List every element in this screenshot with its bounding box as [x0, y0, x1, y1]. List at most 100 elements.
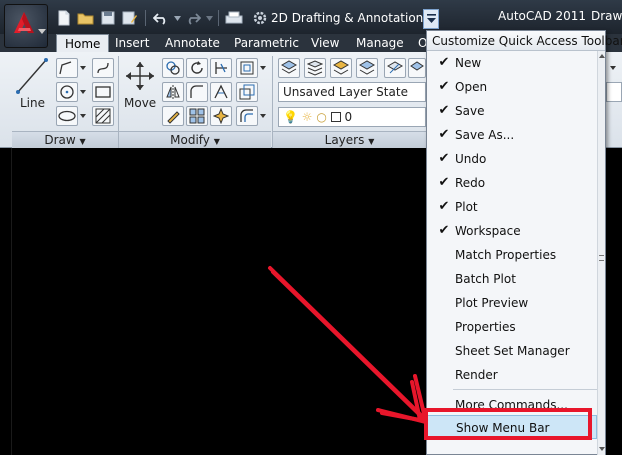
- color-swatch: [330, 112, 341, 122]
- toolbar-separator: [218, 10, 219, 26]
- layer-state-dropdown[interactable]: Unsaved Layer State: [278, 82, 426, 102]
- tab-parametric[interactable]: Parametric: [234, 34, 299, 52]
- layer-match-button[interactable]: [384, 58, 406, 78]
- layer-walk-icon: [410, 61, 424, 71]
- title-bar: 2D Drafting & Annotation AutoCAD 2011 Dr…: [0, 0, 622, 34]
- ribbon-scroll-button[interactable]: [606, 58, 620, 78]
- application-button[interactable]: [4, 4, 48, 48]
- scroll-down-icon[interactable]: [599, 447, 605, 451]
- tab-view[interactable]: View: [311, 34, 339, 52]
- erase-dropdown[interactable]: [258, 58, 268, 78]
- hatch-icon: [95, 108, 111, 124]
- tab-manage[interactable]: Manage: [356, 34, 404, 52]
- erase-button[interactable]: [236, 58, 258, 78]
- menu-item-batch-plot[interactable]: Batch Plot: [427, 267, 597, 291]
- layer-freeze-icon: [359, 60, 375, 75]
- menu-item-open[interactable]: ✔ Open: [427, 75, 597, 99]
- modify-panel-title[interactable]: Modify ▼: [119, 131, 271, 148]
- menu-item-label: New: [455, 56, 482, 70]
- menu-item-workspace[interactable]: ✔ Workspace: [427, 219, 597, 243]
- redo-dropdown-icon[interactable]: [205, 8, 213, 28]
- tab-home[interactable]: Home: [56, 34, 110, 52]
- customize-toolbar-button[interactable]: [423, 9, 439, 29]
- ribbon-combo-edge[interactable]: [606, 82, 622, 102]
- offset-button[interactable]: [236, 106, 258, 126]
- menu-item-label: Properties: [455, 320, 516, 334]
- copy-button[interactable]: [162, 58, 184, 78]
- layer-state-button[interactable]: [304, 58, 326, 78]
- spline-button[interactable]: [92, 58, 114, 78]
- circle-dropdown[interactable]: [78, 82, 88, 102]
- scale-button[interactable]: [236, 82, 258, 102]
- menu-item-match-properties[interactable]: Match Properties: [427, 243, 597, 267]
- panel-expand-icon: ▼: [79, 137, 86, 146]
- rotate-button[interactable]: [186, 58, 208, 78]
- sun-icon: ☼: [301, 110, 313, 124]
- fillet-button[interactable]: [186, 82, 208, 102]
- plot-icon[interactable]: [224, 8, 244, 28]
- menu-item-render[interactable]: Render: [427, 363, 597, 387]
- new-icon[interactable]: [54, 8, 74, 28]
- layer-walk-button[interactable]: [408, 58, 426, 78]
- scroll-up-icon[interactable]: [599, 54, 605, 58]
- save-as-icon[interactable]: [120, 8, 140, 28]
- trim-button[interactable]: [210, 58, 232, 78]
- menu-item-properties[interactable]: Properties: [427, 315, 597, 339]
- polyline-dropdown[interactable]: [78, 58, 88, 78]
- menu-item-label: Batch Plot: [455, 272, 516, 286]
- undo-dropdown-icon[interactable]: [173, 8, 181, 28]
- menu-item-plot-preview[interactable]: Plot Preview: [427, 291, 597, 315]
- menu-item-show-menu-bar[interactable]: Show Menu Bar: [427, 415, 597, 439]
- menu-item-save[interactable]: ✔ Save: [427, 99, 597, 123]
- explode-button[interactable]: [210, 106, 232, 126]
- layer-isolate-icon: [333, 60, 349, 75]
- array-icon: [189, 108, 205, 124]
- toolbar-separator: [145, 10, 146, 26]
- line-button[interactable]: [14, 56, 50, 96]
- layer-match-icon: [387, 61, 403, 74]
- checkmark-icon: ✔: [438, 55, 450, 70]
- menu-item-redo[interactable]: ✔ Redo: [427, 171, 597, 195]
- circle-button[interactable]: [56, 82, 78, 102]
- undo-icon[interactable]: [151, 8, 171, 28]
- checkmark-icon: ✔: [438, 79, 450, 94]
- menu-item-undo[interactable]: ✔ Undo: [427, 147, 597, 171]
- stretch-button[interactable]: [210, 82, 232, 102]
- current-layer-dropdown[interactable]: 💡 ☼ ○ 0: [278, 107, 426, 127]
- tab-annotate[interactable]: Annotate: [165, 34, 220, 52]
- array-button[interactable]: [186, 106, 208, 126]
- layer-properties-button[interactable]: [278, 58, 300, 78]
- menu-item-label: Save: [455, 104, 485, 118]
- rectangle-button[interactable]: [92, 82, 114, 102]
- menu-item-new[interactable]: ✔ New: [427, 51, 597, 75]
- save-icon[interactable]: [98, 8, 118, 28]
- menu-title: Customize Quick Access Toolbar: [427, 31, 622, 51]
- explode-icon: [213, 108, 229, 124]
- menu-item-more-commands[interactable]: More Commands...: [427, 393, 597, 417]
- tab-insert[interactable]: Insert: [115, 34, 149, 52]
- layer-isolate-button[interactable]: [330, 58, 352, 78]
- move-button[interactable]: [122, 56, 158, 96]
- scroll-thumb[interactable]: [599, 255, 604, 261]
- offset-dropdown[interactable]: [258, 106, 268, 126]
- bulb-icon: 💡: [283, 110, 298, 124]
- stretch-edit-button[interactable]: [162, 106, 184, 126]
- menu-scrollbar[interactable]: [597, 51, 605, 455]
- menu-item-sheet-set-manager[interactable]: Sheet Set Manager: [427, 339, 597, 363]
- polyline-button[interactable]: [56, 58, 78, 78]
- draw-panel-title[interactable]: Draw ▼: [12, 131, 118, 148]
- ellipse-dropdown[interactable]: [78, 106, 88, 126]
- polyline-icon: [59, 61, 72, 75]
- open-icon[interactable]: [76, 8, 96, 28]
- ellipse-button[interactable]: [56, 106, 78, 126]
- window-title-drawing: Drawi: [591, 9, 622, 23]
- menu-item-save-as[interactable]: ✔ Save As...: [427, 123, 597, 147]
- hatch-button[interactable]: [92, 106, 114, 126]
- layer-freeze-button[interactable]: [356, 58, 378, 78]
- layers-panel-title[interactable]: Layers ▼: [273, 131, 426, 148]
- menu-item-plot[interactable]: ✔ Plot: [427, 195, 597, 219]
- workspace-switcher[interactable]: 2D Drafting & Annotation: [248, 8, 442, 28]
- rectangle-icon: [95, 86, 111, 98]
- mirror-button[interactable]: [162, 82, 184, 102]
- redo-icon[interactable]: [183, 8, 203, 28]
